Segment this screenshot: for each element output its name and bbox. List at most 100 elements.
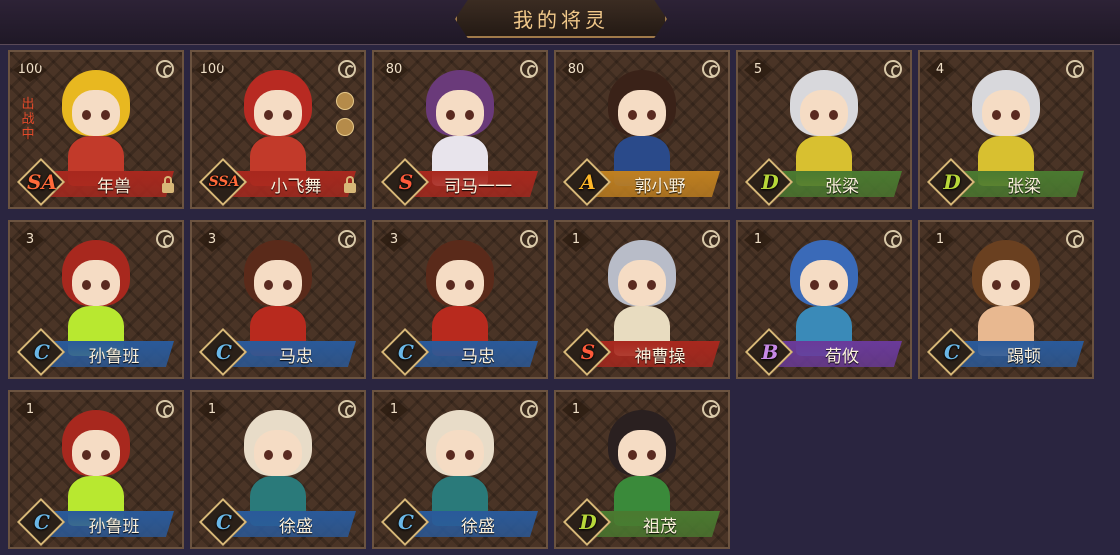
rank-label: A xyxy=(580,170,596,194)
character-name: 徐盛 xyxy=(461,516,495,537)
character-name: 郭小野 xyxy=(634,176,686,197)
level-badge: 3 xyxy=(16,228,44,252)
character-portrait xyxy=(776,66,872,186)
character-name: 司马一一 xyxy=(444,176,512,197)
in-battle-tag: 出战中 xyxy=(21,97,35,142)
spirit-card[interactable]: 3 马忠 C xyxy=(190,220,366,379)
rank-label: C xyxy=(34,340,50,364)
spirit-card[interactable]: 3 孙鲁班 C xyxy=(8,220,184,379)
swap-icon[interactable] xyxy=(156,230,174,248)
level-badge: 1 xyxy=(16,398,44,422)
spirit-card[interactable]: 1 神曹操 S xyxy=(554,220,730,379)
character-portrait xyxy=(48,406,144,526)
character-portrait xyxy=(412,236,508,356)
level-badge: 100 xyxy=(13,58,47,82)
spirit-card[interactable]: 80 郭小野 A xyxy=(554,50,730,209)
character-name: 孙鲁班 xyxy=(88,346,140,367)
character-name: 徐盛 xyxy=(279,516,313,537)
level-badge: 1 xyxy=(562,228,590,252)
character-name: 马忠 xyxy=(461,346,495,367)
rank-label: D xyxy=(761,170,779,194)
swap-icon[interactable] xyxy=(520,60,538,78)
level-badge: 80 xyxy=(562,58,590,82)
spirit-card[interactable]: 80 司马一一 S xyxy=(372,50,548,209)
swap-icon[interactable] xyxy=(702,60,720,78)
swap-icon[interactable] xyxy=(884,60,902,78)
spirit-card[interactable]: 4 张梁 D xyxy=(918,50,1094,209)
character-name: 祖茂 xyxy=(643,516,677,537)
swap-icon[interactable] xyxy=(520,230,538,248)
swap-icon[interactable] xyxy=(1066,230,1084,248)
top-bar: 我的将灵 xyxy=(0,0,1120,45)
character-name: 张梁 xyxy=(1007,176,1041,197)
character-name: 蹋顿 xyxy=(1007,346,1041,367)
level-badge: 3 xyxy=(198,228,226,252)
rank-label: C xyxy=(944,340,960,364)
swap-icon[interactable] xyxy=(702,230,720,248)
swap-icon[interactable] xyxy=(156,400,174,418)
level-badge: 1 xyxy=(926,228,954,252)
character-portrait xyxy=(594,236,690,356)
rank-label: S xyxy=(398,170,414,194)
rank-label: C xyxy=(398,340,414,364)
character-portrait xyxy=(412,66,508,186)
title-plate: 我的将灵 xyxy=(455,0,667,38)
level-badge: 1 xyxy=(380,398,408,422)
level-badge: 3 xyxy=(380,228,408,252)
scroll-icon xyxy=(336,118,354,136)
rank-label: D xyxy=(943,170,961,194)
swap-icon[interactable] xyxy=(338,60,356,78)
character-portrait xyxy=(48,236,144,356)
rank-label: D xyxy=(579,510,597,534)
swap-icon[interactable] xyxy=(156,60,174,78)
character-name: 孙鲁班 xyxy=(88,516,140,537)
spirit-card[interactable]: 1 祖茂 D xyxy=(554,390,730,549)
level-badge: 1 xyxy=(198,398,226,422)
swap-icon[interactable] xyxy=(338,230,356,248)
character-portrait xyxy=(958,66,1054,186)
character-portrait xyxy=(776,236,872,356)
character-portrait xyxy=(230,236,326,356)
character-portrait xyxy=(958,236,1054,356)
character-name: 神曹操 xyxy=(634,346,686,367)
rank-label: C xyxy=(398,510,414,534)
spirit-card[interactable]: 1 荀攸 B xyxy=(736,220,912,379)
rank-label: SSA xyxy=(208,174,240,190)
level-badge: 1 xyxy=(562,398,590,422)
spirit-card[interactable]: 1 徐盛 C xyxy=(190,390,366,549)
spirit-card[interactable]: 1 孙鲁班 C xyxy=(8,390,184,549)
bowl-icon xyxy=(336,92,354,110)
level-badge: 5 xyxy=(744,58,772,82)
swap-icon[interactable] xyxy=(338,400,356,418)
character-portrait xyxy=(412,406,508,526)
level-badge: 100 xyxy=(195,58,229,82)
spirit-card[interactable]: 100 小飞舞 SSA xyxy=(190,50,366,209)
rank-label: S xyxy=(580,340,596,364)
character-name: 年兽 xyxy=(97,176,131,197)
spirit-card[interactable]: 100 出战中 年兽 SA xyxy=(8,50,184,209)
level-badge: 80 xyxy=(380,58,408,82)
swap-icon[interactable] xyxy=(702,400,720,418)
swap-icon[interactable] xyxy=(1066,60,1084,78)
spirit-card[interactable]: 3 马忠 C xyxy=(372,220,548,379)
character-name: 荀攸 xyxy=(825,346,859,367)
rank-label: C xyxy=(34,510,50,534)
rank-label: B xyxy=(761,340,779,364)
swap-icon[interactable] xyxy=(884,230,902,248)
rank-label: C xyxy=(216,510,232,534)
character-portrait xyxy=(230,406,326,526)
character-name: 马忠 xyxy=(279,346,313,367)
level-badge: 4 xyxy=(926,58,954,82)
character-portrait xyxy=(48,66,144,186)
spirit-card[interactable]: 1 徐盛 C xyxy=(372,390,548,549)
lock-icon[interactable] xyxy=(162,176,174,193)
lock-icon[interactable] xyxy=(344,176,356,193)
level-badge: 1 xyxy=(744,228,772,252)
spirit-card[interactable]: 5 张梁 D xyxy=(736,50,912,209)
spirit-card[interactable]: 1 蹋顿 C xyxy=(918,220,1094,379)
swap-icon[interactable] xyxy=(520,400,538,418)
character-portrait xyxy=(594,406,690,526)
character-name: 小飞舞 xyxy=(270,176,322,197)
rank-label: C xyxy=(216,340,232,364)
spirit-grid: 100 出战中 年兽 SA 100 小飞舞 SSA 80 司马一一 S 80 郭小野 A 5 张梁 D 4 张梁 D… xyxy=(8,50,1112,549)
